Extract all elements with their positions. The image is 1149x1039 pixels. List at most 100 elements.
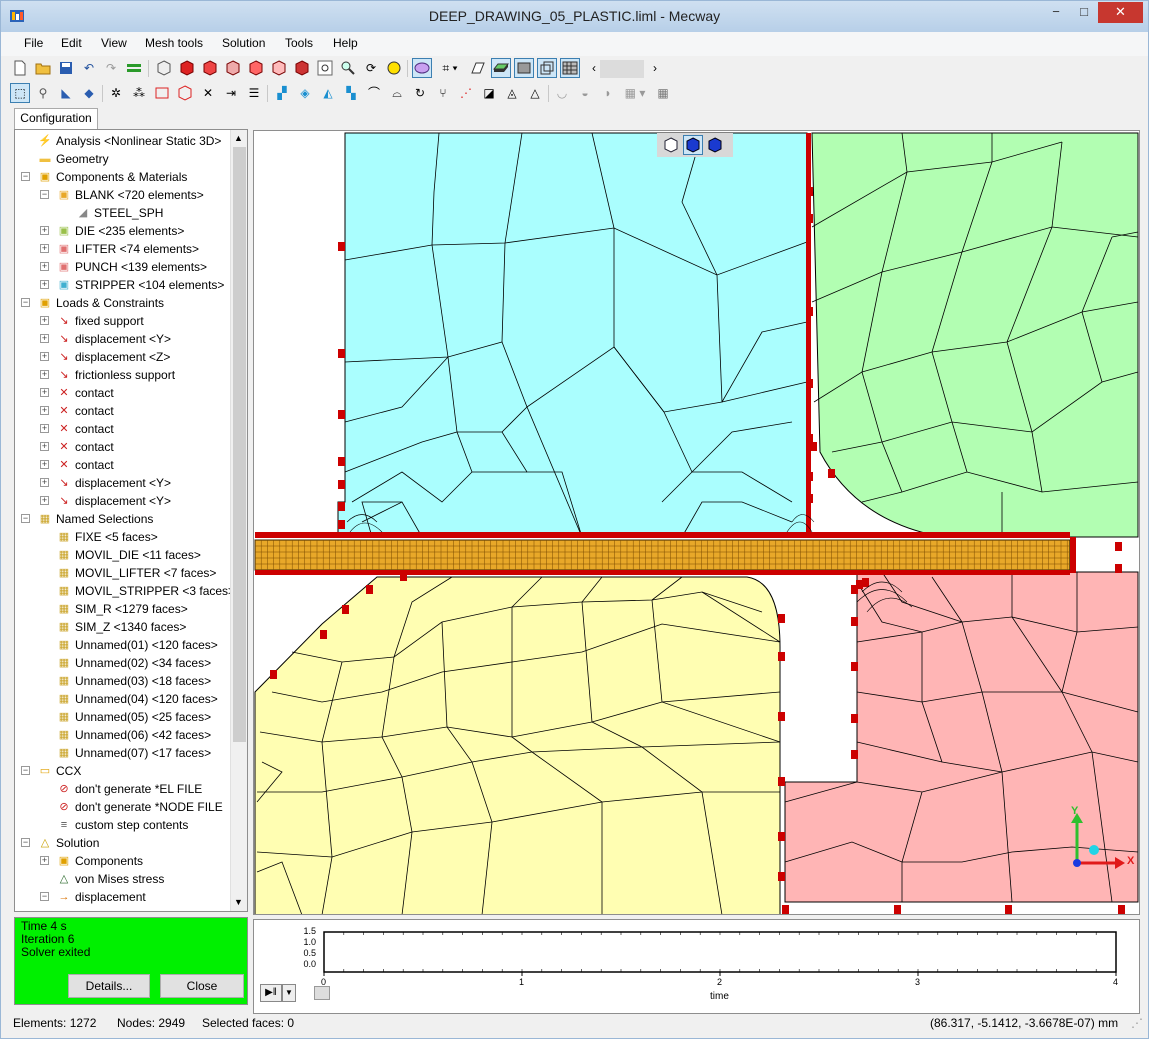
tree-node[interactable]: + ▣ Components [15,852,231,870]
time-slider-thumb[interactable] [314,986,330,1000]
tree-node[interactable]: + ✕ contact [15,420,231,438]
tree-node[interactable]: ⊘ don't generate *NODE FILE [15,798,231,816]
menu-solution[interactable]: Solution [222,36,265,50]
clip-plane-icon[interactable] [468,58,488,78]
twist-icon[interactable]: ↻ [410,83,430,103]
cube-solid-icon[interactable] [705,135,725,155]
tree-node[interactable]: + ▣ DIE <235 elements> [15,222,231,240]
expand-icon[interactable]: + [40,262,49,271]
tree-node[interactable]: + ▣ PUNCH <139 elements> [15,258,231,276]
tree-node[interactable]: ▦ MOVIL_DIE <11 faces> [15,546,231,564]
rotate-icon[interactable]: ⟳ [361,58,381,78]
menu-file[interactable]: File [24,36,43,50]
redo-icon[interactable]: ↷ [101,58,121,78]
tree-node[interactable]: − ▣ Components & Materials [15,168,231,186]
tree-node[interactable]: + ✕ contact [15,402,231,420]
tree-node[interactable]: ▦ Unnamed(02) <34 faces> [15,654,231,672]
tree-node[interactable]: + ▣ STRIPPER <104 elements> [15,276,231,294]
view-left-icon[interactable] [223,58,243,78]
expand-icon[interactable]: + [40,244,49,253]
expand-icon[interactable]: + [40,424,49,433]
menu-mesh-tools[interactable]: Mesh tools [145,36,203,50]
view-front-icon[interactable] [177,58,197,78]
tree-node[interactable]: + ↘ displacement <Z> [15,348,231,366]
section-view-icon[interactable]: ⌗ ▾ [435,58,465,78]
layer-icon[interactable]: ◗ [598,83,618,103]
select-face-icon[interactable]: ◣ [56,83,76,103]
scroll-up-icon[interactable]: ▲ [234,133,243,143]
tree-node[interactable]: ▦ MOVIL_LIFTER <7 faces> [15,564,231,582]
details-button[interactable]: Details... [68,974,150,998]
node-icon[interactable]: ✲ [106,83,126,103]
menu-tools[interactable]: Tools [285,36,313,50]
tree-node[interactable]: ≡ custom step contents [15,816,231,834]
collapse-icon[interactable]: − [21,766,30,775]
tree-node[interactable]: ▦ Unnamed(01) <120 faces> [15,636,231,654]
save-icon[interactable] [56,58,76,78]
resize-grip-icon[interactable]: ⋰ [1131,1016,1143,1030]
node-delete-icon[interactable]: ⁂ [129,83,149,103]
expand-icon[interactable]: + [40,316,49,325]
bend-icon[interactable]: ⌓ [387,83,407,103]
shell-icon[interactable]: ◒ [575,83,595,103]
toolbar-scroll-track[interactable] [600,60,644,78]
expand-icon[interactable]: + [40,226,49,235]
tree-node[interactable]: ▦ Unnamed(07) <17 faces> [15,744,231,762]
tree-node[interactable]: ▦ Unnamed(03) <18 faces> [15,672,231,690]
cube-outline-icon[interactable] [661,135,681,155]
wireframe-view-icon[interactable] [537,58,557,78]
triangle-icon[interactable]: △ [525,83,545,103]
menu-edit[interactable]: Edit [61,36,82,50]
view-right-icon[interactable] [246,58,266,78]
menu-help[interactable]: Help [333,36,358,50]
collapse-icon[interactable]: − [40,892,49,901]
collapse-icon[interactable]: − [21,172,30,181]
merge-icon[interactable]: ⇥ [221,83,241,103]
cube-shaded-icon[interactable] [683,135,703,155]
table-icon[interactable]: ▦ [653,83,673,103]
tree-node[interactable]: − ▣ BLANK <720 elements> [15,186,231,204]
expand-icon[interactable]: + [40,370,49,379]
scroll-right-icon[interactable]: › [645,58,665,78]
shaded-view-icon[interactable] [491,58,511,78]
zoom-fit-icon[interactable] [315,58,335,78]
tree-scrollbar[interactable]: ▲ ▼ [230,130,247,911]
tree-node[interactable]: + ✕ contact [15,456,231,474]
revolve-icon[interactable]: ⌒ [364,83,384,103]
expand-icon[interactable]: + [40,406,49,415]
tree-node[interactable]: ⊘ don't generate *EL FILE [15,780,231,798]
move-nodes-icon[interactable]: ⋰ [456,83,476,103]
transform-icon[interactable]: ◪ [479,83,499,103]
more-icon[interactable]: ▦ ▾ [621,83,649,103]
tree-node[interactable]: ▬ Geometry [15,150,231,168]
tree-node[interactable]: ▦ FIXE <5 faces> [15,528,231,546]
menu-view[interactable]: View [101,36,127,50]
tree-node[interactable]: + ✕ contact [15,384,231,402]
tree-node[interactable]: ▦ Unnamed(05) <25 faces> [15,708,231,726]
expand-icon[interactable]: + [40,856,49,865]
zoom-icon[interactable] [338,58,358,78]
new-file-icon[interactable] [10,58,30,78]
view-bottom-icon[interactable] [292,58,312,78]
solid-view-icon[interactable] [514,58,534,78]
tree-node[interactable]: + ▣ LIFTER <74 elements> [15,240,231,258]
copy-icon[interactable]: ▚ [341,83,361,103]
mirror-icon[interactable]: ◭ [318,83,338,103]
view-iso-icon[interactable] [154,58,174,78]
show-all-icon[interactable] [124,58,144,78]
expand-icon[interactable]: + [40,460,49,469]
refine-icon[interactable]: ◬ [502,83,522,103]
model-viewport[interactable]: Y X [253,130,1140,915]
expand-icon[interactable]: + [40,442,49,451]
sweep-icon[interactable]: ◈ [295,83,315,103]
delete-icon[interactable]: ✕ [198,83,218,103]
tree-node[interactable]: ▦ Unnamed(04) <120 faces> [15,690,231,708]
extrude-icon[interactable]: ▞ [272,83,292,103]
tree-node[interactable]: ◢ STEEL_SPH [15,204,231,222]
mesh-canvas[interactable] [254,131,1140,915]
scroll-down-icon[interactable]: ▼ [234,897,243,907]
tab-configuration[interactable]: Configuration [14,108,98,129]
tree-node[interactable]: + ✕ contact [15,438,231,456]
split-icon[interactable]: ⑂ [433,83,453,103]
perspective-icon[interactable] [412,58,432,78]
